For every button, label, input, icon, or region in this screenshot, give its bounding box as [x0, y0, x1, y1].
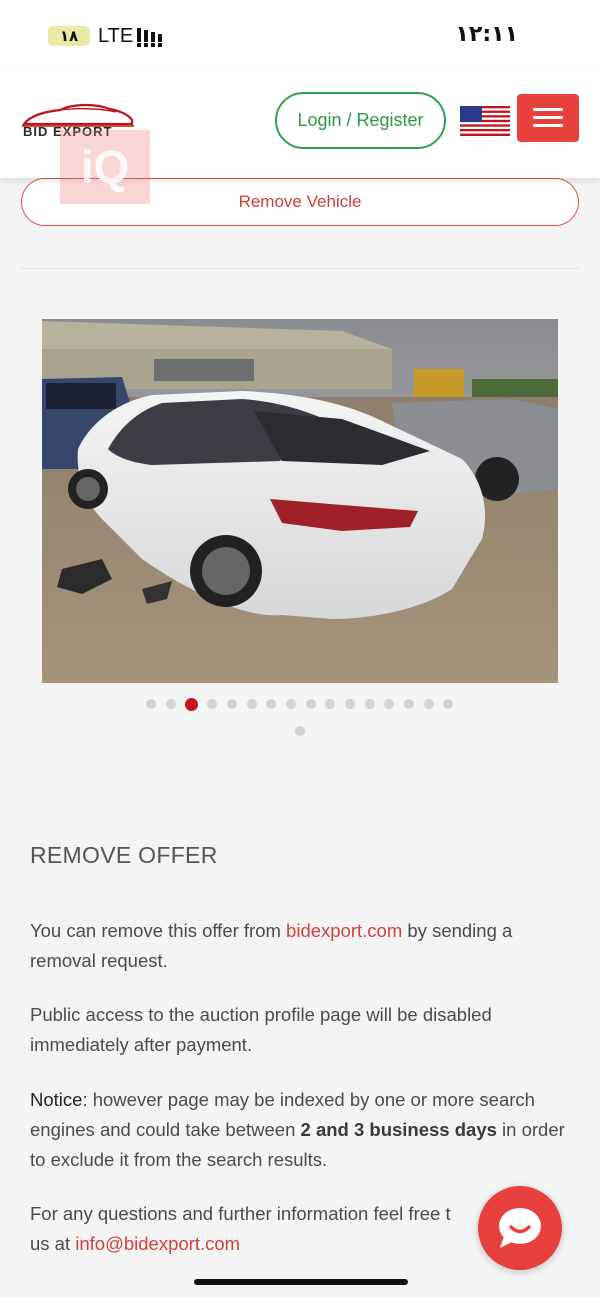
notice-bold-duration: 2 and 3 business days — [300, 1119, 497, 1140]
notice-paragraph: Notice: however page may be indexed by o… — [30, 1085, 570, 1175]
gallery-dot[interactable] — [166, 699, 176, 709]
gallery-dot[interactable] — [345, 699, 355, 709]
bidexport-link[interactable]: bidexport.com — [286, 920, 402, 941]
login-register-button[interactable]: Login / Register — [275, 92, 446, 149]
menu-line — [533, 116, 563, 119]
contact-text-middle: us at — [30, 1233, 76, 1254]
clock: ۱۲:۱۱ — [455, 22, 518, 47]
gallery-dot[interactable] — [384, 699, 394, 709]
vehicle-photo[interactable] — [42, 319, 558, 683]
gallery-dot[interactable] — [424, 699, 434, 709]
remove-offer-paragraph-1: You can remove this offer from bidexport… — [30, 916, 570, 976]
hamburger-menu-button[interactable] — [517, 94, 579, 142]
menu-line — [533, 124, 563, 127]
battery-indicator: ۱۸ — [48, 26, 90, 46]
gallery-dot[interactable] — [207, 699, 217, 709]
gallery-dot[interactable] — [247, 699, 257, 709]
gallery-dot[interactable] — [286, 699, 296, 709]
gallery-dot[interactable] — [443, 699, 453, 709]
gallery-dot[interactable] — [306, 699, 316, 709]
network-type: LTE — [98, 25, 134, 47]
gallery-dot[interactable] — [325, 699, 335, 709]
p1-text-before: You can remove this offer from — [30, 920, 287, 941]
gallery-dot[interactable] — [227, 699, 237, 709]
contact-text-before: For any questions and further informatio… — [30, 1203, 451, 1224]
home-indicator — [194, 1279, 408, 1285]
gallery-dot[interactable] — [365, 699, 375, 709]
gallery-dot[interactable] — [295, 726, 305, 736]
notice-label: Notice — [30, 1089, 83, 1110]
email-link[interactable]: info@bidexport.com — [75, 1233, 240, 1254]
gallery-dot[interactable] — [146, 699, 156, 709]
signal-icon — [137, 28, 162, 47]
menu-line — [533, 108, 563, 111]
chat-button[interactable] — [478, 1186, 562, 1270]
us-flag-icon[interactable] — [460, 106, 510, 136]
gallery-dot-active[interactable] — [185, 698, 198, 711]
gallery-dot[interactable] — [404, 699, 414, 709]
remove-offer-paragraph-2: Public access to the auction profile pag… — [30, 1004, 492, 1055]
iq-watermark: iQ — [60, 130, 150, 204]
divider — [21, 268, 579, 269]
remove-offer-title: REMOVE OFFER — [30, 842, 218, 868]
status-bar: ۱۸ LTE ۱۲:۱۱ — [0, 0, 600, 72]
gallery-dot[interactable] — [266, 699, 276, 709]
chat-bubble-icon — [499, 1208, 541, 1248]
